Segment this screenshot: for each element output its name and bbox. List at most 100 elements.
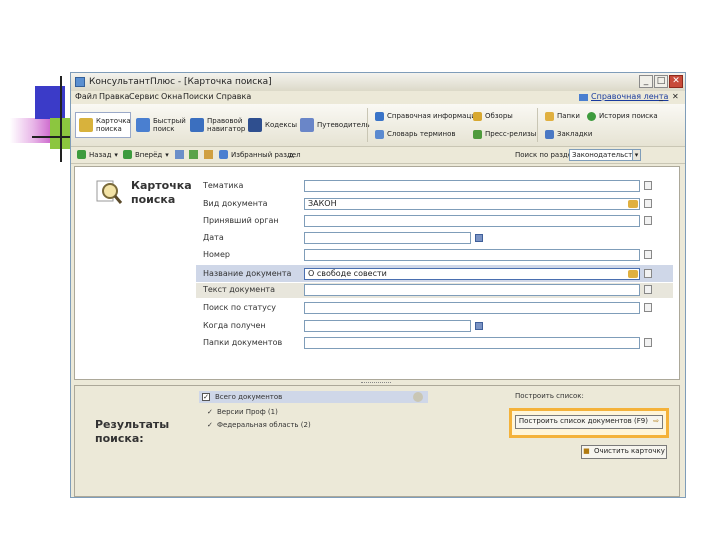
toolbar-separator — [367, 108, 368, 142]
check-mark-icon: ✓ — [207, 408, 213, 416]
back-button[interactable]: Назад ▾ — [77, 150, 118, 159]
toolbar-reference-info[interactable]: Справочная информация — [375, 110, 480, 122]
toolbar-quick-search-button[interactable]: Быстрый поиск — [133, 112, 186, 138]
field-number-list-icon[interactable] — [644, 250, 652, 259]
menu-help[interactable]: Справка — [216, 92, 251, 101]
toolbar-search-history-label: История поиска — [599, 112, 658, 120]
clear-card-button[interactable]: ■ Очистить карточку — [581, 445, 667, 459]
clear-card-button-label: Очистить карточку — [593, 447, 665, 455]
check-mark-icon-2: ✓ — [207, 421, 213, 429]
minimize-button[interactable]: _ — [639, 75, 653, 88]
all-documents-checkbox[interactable]: ✓ — [202, 393, 210, 401]
toolbar-codes-button[interactable]: Кодексы — [245, 112, 297, 138]
help-link-icon — [579, 94, 588, 101]
clear-field-icon[interactable] — [628, 200, 638, 208]
field-doc-text-list-icon[interactable] — [644, 285, 652, 294]
help-link[interactable]: Справочная лента — [591, 92, 668, 101]
field-authority-input[interactable] — [304, 215, 640, 227]
favorite-icon — [219, 150, 228, 159]
field-doc-text-input[interactable] — [304, 284, 640, 296]
edit-icon[interactable] — [204, 150, 213, 159]
menu-edit[interactable]: Правка — [99, 92, 129, 101]
clear-card-icon: ■ — [583, 447, 590, 455]
toolbar-reference-info-label: Справочная информация — [387, 112, 480, 120]
collapse-icon[interactable] — [413, 392, 423, 402]
field-label-topic: Тематика — [203, 181, 244, 190]
slide-decoration-horizontal-line — [32, 136, 72, 138]
app-window: КонсультантПлюс - [Карточка поиска] _ □ … — [70, 72, 686, 498]
history-icon — [587, 111, 596, 121]
goto-icon[interactable] — [175, 150, 184, 159]
toolbar-search-card-label: Карточка поиска — [96, 117, 131, 133]
toolbar-search-card-button[interactable]: Карточка поиска — [75, 112, 131, 138]
toolbar-bookmarks[interactable]: Закладки — [545, 128, 592, 140]
doc-minimize-button[interactable]: _ — [659, 92, 663, 101]
field-topic-list-icon[interactable] — [644, 181, 652, 190]
toolbar-glossary[interactable]: Словарь терминов — [375, 128, 456, 140]
window-title: КонсультантПлюс - [Карточка поиска] — [89, 77, 272, 87]
menu-service[interactable]: Сервис — [129, 92, 159, 101]
toolbar-guide-button[interactable]: Путеводитель — [297, 112, 370, 138]
field-date-input[interactable] — [304, 232, 471, 244]
card-title: Карточка поиска — [131, 179, 192, 206]
build-list-button[interactable]: Построить список документов (F9) ⇨ — [515, 415, 663, 429]
toolbar-separator-2 — [537, 108, 538, 142]
title-bar[interactable]: КонсультантПлюс - [Карточка поиска] _ □ … — [71, 73, 685, 92]
field-doc-type-list-icon[interactable] — [644, 199, 652, 208]
navigation-bar: Назад ▾ Вперёд ▾ Избранный раздел A Поис… — [71, 147, 685, 164]
build-list-label: Построить список: — [515, 392, 584, 400]
search-card-icon — [79, 118, 93, 132]
section-search-select[interactable]: Законодательство — [569, 149, 641, 161]
clear-field-icon-2[interactable] — [628, 270, 638, 278]
legal-navigator-icon — [190, 118, 204, 132]
font-size-icon[interactable]: A — [289, 152, 294, 160]
field-label-received: Когда получен — [203, 321, 266, 330]
result-line-1[interactable]: Версии Проф (1) — [217, 408, 278, 416]
result-line-2[interactable]: Федеральная область (2) — [217, 421, 311, 429]
doc-close-button[interactable]: ✕ — [672, 92, 679, 101]
toolbar-folders[interactable]: Папки — [545, 110, 580, 122]
calendar-icon-2[interactable] — [475, 322, 483, 330]
slide-decoration-vertical-line — [60, 76, 62, 162]
menu-file[interactable]: Файл — [75, 92, 97, 101]
toolbar-press-releases-label: Пресс-релизы — [485, 130, 537, 138]
results-title: Результаты поиска: — [95, 418, 170, 445]
toolbar-search-history[interactable]: История поиска — [587, 110, 658, 122]
field-authority-list-icon[interactable] — [644, 216, 652, 225]
forward-button[interactable]: Вперёд ▾ — [123, 150, 169, 159]
toolbar-legal-navigator-button[interactable]: Правовой навигатор — [187, 112, 246, 138]
field-number-input[interactable] — [304, 249, 640, 261]
field-label-doc-type: Вид документа — [203, 199, 268, 208]
all-documents-label: Всего документов — [215, 393, 283, 401]
menu-searches[interactable]: Поиски — [183, 92, 214, 101]
field-doc-type-input[interactable]: ЗАКОН — [304, 198, 640, 210]
chevron-down-icon[interactable]: ▾ — [632, 149, 641, 161]
forward-dropdown-icon: ▾ — [165, 150, 169, 159]
field-folders-input[interactable] — [304, 337, 640, 349]
toolbar-glossary-label: Словарь терминов — [387, 130, 456, 138]
search-card-panel: Карточка поиска Тематика Вид документа З… — [74, 166, 680, 380]
close-button[interactable]: ✕ — [669, 75, 683, 88]
toolbar-guide-label: Путеводитель — [317, 121, 370, 129]
refresh-icon[interactable] — [189, 150, 198, 159]
folder-icon — [545, 111, 554, 121]
toolbar-legal-navigator-label: Правовой навигатор — [207, 117, 246, 133]
reviews-icon — [473, 111, 482, 121]
field-doc-title-list-icon[interactable] — [644, 269, 652, 278]
reference-info-icon — [375, 111, 384, 121]
section-search-value: Законодательство — [572, 151, 641, 159]
bookmark-icon — [545, 129, 554, 139]
press-releases-icon — [473, 129, 482, 139]
toolbar-quick-search-label: Быстрый поиск — [153, 117, 186, 133]
field-topic-input[interactable] — [304, 180, 640, 192]
toolbar-reviews[interactable]: Обзоры — [473, 110, 513, 122]
menu-windows[interactable]: Окна — [161, 92, 182, 101]
toolbar-press-releases[interactable]: Пресс-релизы — [473, 128, 536, 140]
field-doc-title-input[interactable]: О свободе совести — [304, 268, 640, 280]
calendar-icon[interactable] — [475, 234, 483, 242]
field-status-input[interactable] — [304, 302, 640, 314]
field-status-list-icon[interactable] — [644, 303, 652, 312]
maximize-button[interactable]: □ — [654, 75, 668, 88]
field-folders-list-icon[interactable] — [644, 338, 652, 347]
field-received-input[interactable] — [304, 320, 471, 332]
